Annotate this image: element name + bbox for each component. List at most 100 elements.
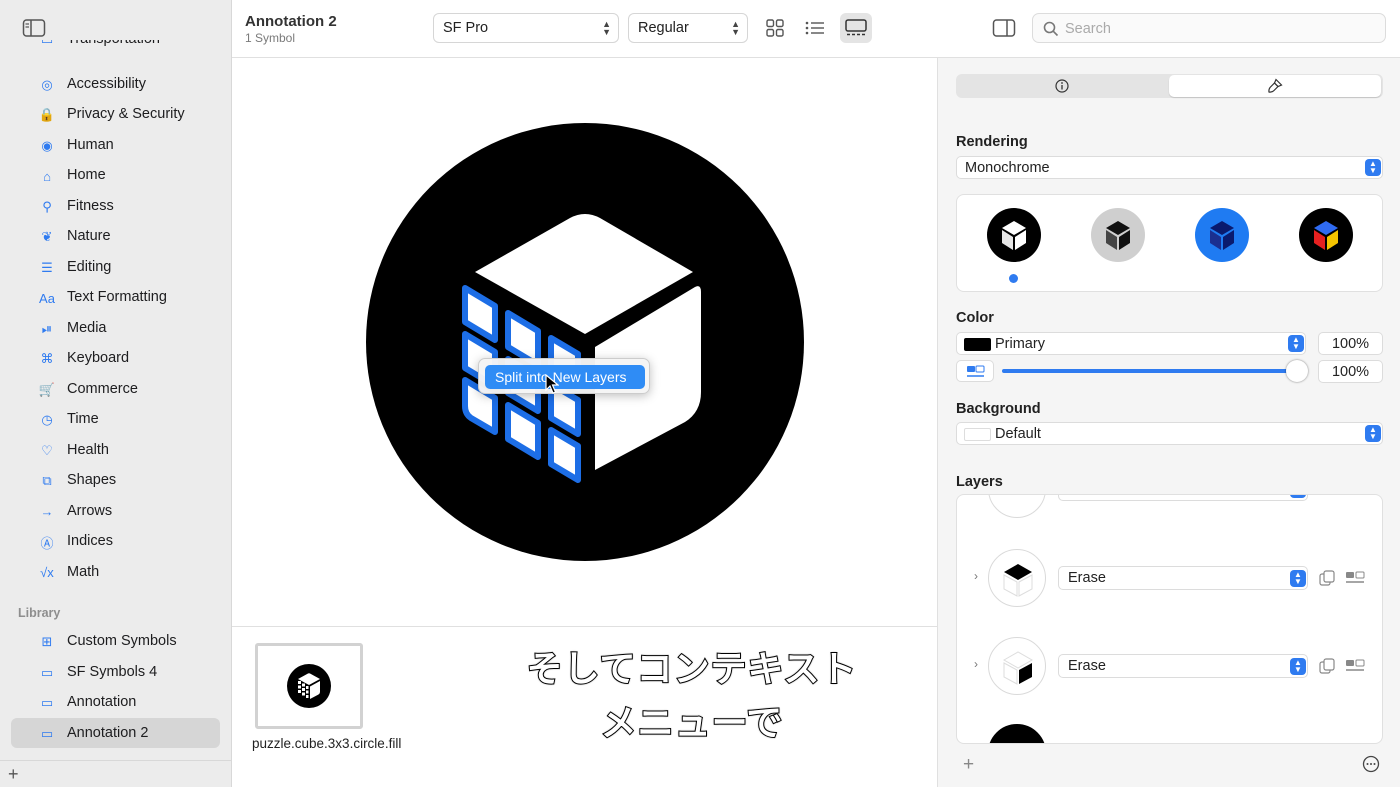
info-tab[interactable]	[956, 74, 1168, 98]
sidebar-item-label: Accessibility	[67, 75, 146, 92]
sidebar-item[interactable]: ◎ Accessibility	[0, 69, 232, 99]
library-item-label: Annotation	[67, 694, 137, 710]
multicolor-mode-option[interactable]	[1299, 208, 1353, 262]
search-field[interactable]	[1032, 13, 1386, 43]
font-value: SF Pro	[443, 20, 489, 36]
updown-chevron-icon: ▲▼	[1365, 425, 1381, 442]
sidebar-item-label: Math	[67, 563, 100, 580]
weight-value: Regular	[638, 20, 689, 36]
split-into-new-layers-item[interactable]: Split into New Layers	[485, 365, 645, 389]
color-opacity-field[interactable]: 100%	[1318, 332, 1383, 355]
sidebar-item[interactable]: ◉ Human	[0, 130, 232, 160]
library-item[interactable]: ▭ SF Symbols 4	[0, 657, 232, 687]
person-circle-icon: ◉	[41, 137, 53, 153]
layer-mode-icon[interactable]	[1345, 659, 1365, 673]
sidebar-item[interactable]: → Arrows	[0, 496, 232, 526]
sqrt-icon: √x	[40, 565, 54, 580]
duplicate-layer-icon[interactable]	[1319, 570, 1335, 586]
layer-mode-popup[interactable]: ▲▼	[1058, 495, 1308, 501]
add-collection-button[interactable]: +	[8, 764, 19, 785]
layer-thumbnail	[988, 724, 1046, 743]
layer-mode-icon[interactable]	[1345, 571, 1365, 585]
library-item[interactable]: ⊞ Custom Symbols	[0, 626, 232, 656]
list-view-button[interactable]	[799, 13, 831, 43]
layers-label: Layers	[956, 474, 1003, 490]
palette-mode-option[interactable]	[1195, 208, 1249, 262]
sidebar-item[interactable]: ⧉ Shapes	[0, 465, 232, 495]
info-icon	[1055, 79, 1069, 93]
sidebar-item[interactable]: √x Math	[0, 557, 232, 587]
background-label: Background	[956, 401, 1041, 417]
sidebar-item[interactable]: Aa Text Formatting	[0, 282, 232, 312]
library-section-header: Library	[18, 606, 61, 620]
sidebar-item-label: Fitness	[67, 197, 114, 214]
updown-chevron-icon: ▲▼	[602, 19, 611, 37]
disclosure-chevron-icon[interactable]: ›	[974, 569, 978, 583]
sidebar-item-label: Text Formatting	[67, 289, 167, 305]
sidebar-item-label: Health	[67, 441, 109, 458]
opacity-slider-knob[interactable]	[1286, 360, 1308, 382]
library-item[interactable]: ▭ Annotation 2	[11, 717, 220, 748]
more-options-icon[interactable]	[1362, 755, 1380, 773]
list-icon	[805, 21, 824, 35]
library-item-label: Annotation 2	[67, 724, 149, 741]
play-pause-icon: ⏯	[41, 320, 53, 336]
grid-icon	[766, 19, 784, 37]
sidebar-item[interactable]: ⌂ Home	[0, 160, 232, 190]
sidebar-item[interactable]: ⏯ Media	[0, 313, 232, 343]
sidebar-item[interactable]: 🔒 Privacy & Security	[0, 99, 232, 129]
sidebar-item-label: Human	[67, 136, 114, 153]
gallery-view-button[interactable]	[840, 13, 872, 43]
sidebar-item[interactable]: ❦ Nature	[0, 221, 232, 251]
grid-view-button[interactable]	[759, 13, 791, 43]
symbol-thumbnail[interactable]	[255, 643, 363, 729]
sidebar-item[interactable]: ☰ Editing	[0, 252, 232, 282]
duplicate-layer-icon[interactable]	[1319, 658, 1335, 674]
sidebar-item-label: Indices	[67, 533, 113, 549]
folder-icon: ▭	[40, 664, 54, 680]
sidebar-item[interactable]: ⌘ Keyboard	[0, 343, 232, 373]
inspector-footer: +	[938, 748, 1400, 787]
symbol-name-label: puzzle.cube.3x3.circle.fill	[252, 736, 402, 751]
disclosure-chevron-icon[interactable]: ›	[974, 657, 978, 671]
search-input[interactable]	[1065, 19, 1365, 39]
monochrome-mode-option[interactable]	[987, 208, 1041, 262]
heart-icon: ♡	[41, 442, 53, 458]
lock-icon: 🔒	[38, 107, 56, 122]
updown-chevron-icon: ▲▼	[1288, 335, 1304, 352]
layer-mode-popup[interactable]: Erase ▲ ▼	[1058, 566, 1308, 590]
sidebar-item[interactable]: Ⓐ Indices	[0, 526, 232, 556]
layer-row-partial	[957, 724, 1382, 743]
layers-list: ▲▼ › Erase ▲▼ › Erase ▲▼	[956, 494, 1383, 744]
sidebar-item[interactable]: ♡ Health	[0, 435, 232, 465]
slider-value-field[interactable]: 100%	[1318, 360, 1383, 383]
rendering-mode-value: Monochrome	[965, 160, 1050, 176]
color-well-button[interactable]	[956, 360, 994, 382]
layer-thumbnail	[988, 549, 1046, 607]
sidebar-item[interactable]: ◷ Time	[0, 404, 232, 434]
caption-line-2: メニューで	[600, 702, 784, 745]
color-value: Primary	[995, 336, 1045, 352]
layer-row: › Erase ▲ ▼	[957, 637, 1382, 697]
font-popup[interactable]: SF Pro ▲ ▼	[433, 13, 619, 43]
rendering-tab[interactable]	[1169, 75, 1381, 97]
cube-top-layer-icon	[1003, 564, 1033, 597]
sidebar-toggle-icon[interactable]	[22, 18, 46, 38]
library-item[interactable]: ▭ Annotation	[0, 687, 232, 717]
hierarchical-mode-option[interactable]	[1091, 208, 1145, 262]
inspector-toggle-icon[interactable]	[992, 18, 1016, 38]
collection-title: Annotation 2	[245, 13, 337, 30]
sidebar-item[interactable]: 🛒 Commerce	[0, 374, 232, 404]
mouse-cursor-icon	[545, 374, 559, 394]
color-popup[interactable]: Primary ▲ ▼	[956, 332, 1306, 355]
add-layer-button[interactable]: +	[963, 754, 974, 776]
rendering-mode-popup[interactable]: Monochrome ▲ ▼	[956, 156, 1383, 179]
cube-symbol-preview	[366, 123, 804, 561]
opacity-slider-track[interactable]	[1002, 369, 1298, 373]
layer-thumbnail	[988, 637, 1046, 695]
sidebar-item[interactable]: ⚲ Fitness	[0, 191, 232, 221]
background-popup[interactable]: Default ▲ ▼	[956, 422, 1383, 445]
weight-popup[interactable]: Regular ▲ ▼	[628, 13, 748, 43]
sidebar-item-label: Time	[67, 411, 99, 427]
layer-mode-popup[interactable]: Erase ▲ ▼	[1058, 654, 1308, 678]
